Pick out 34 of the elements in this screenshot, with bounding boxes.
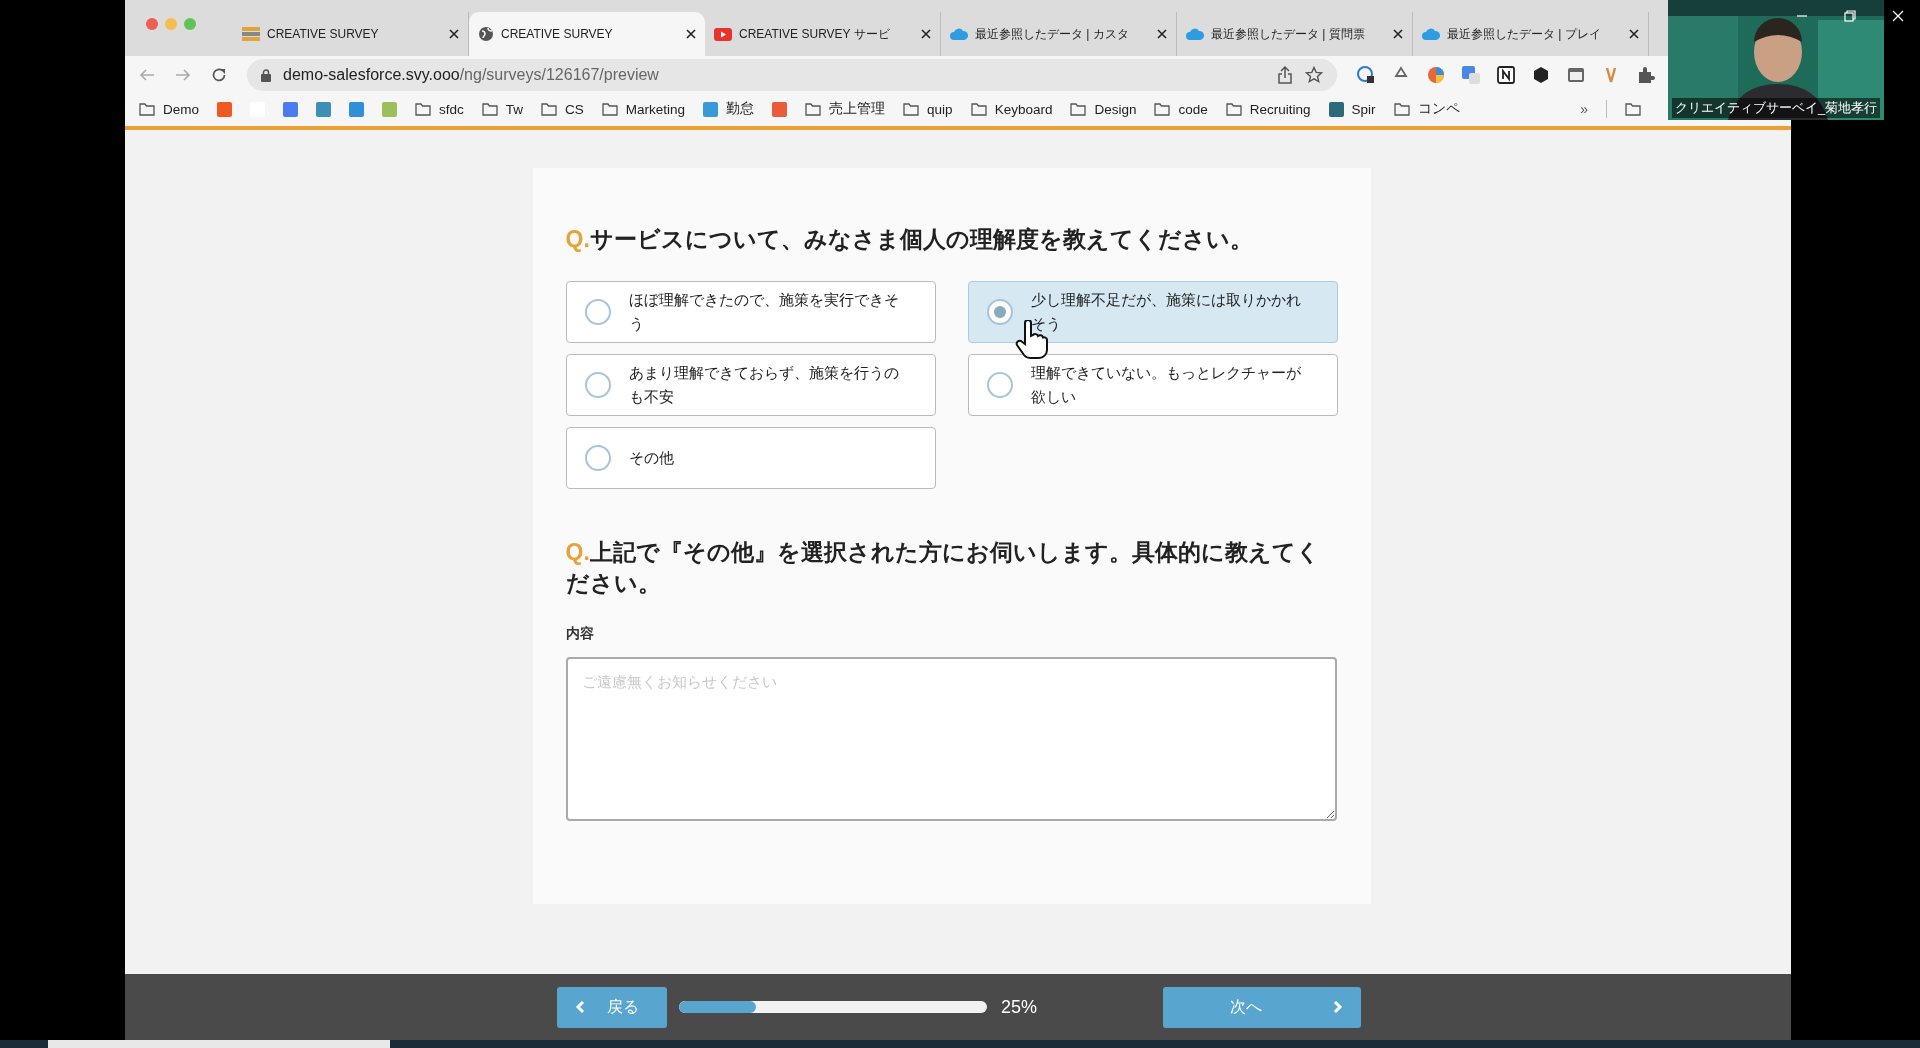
tab-title: 最近参照したデータ | カスタ	[975, 25, 1130, 43]
tab-title: 最近参照したデータ | 質問票	[1211, 25, 1366, 43]
bookmark[interactable]: quip	[903, 101, 953, 117]
bookmark[interactable]: Spir	[1328, 101, 1376, 117]
bookmark[interactable]: Tw	[481, 101, 524, 117]
bookmark[interactable]: 売上管理	[805, 100, 886, 118]
url-text: demo-salesforce.svy.ooo/ng/surveys/126167/preview	[283, 66, 659, 84]
answer-option[interactable]: 理解できていない。もっとレクチャーが欲しい	[967, 354, 1338, 416]
answer-option[interactable]: あまり理解できておらず、施策を行うのも不安	[565, 354, 936, 416]
more-bookmarks[interactable]: »	[1580, 101, 1588, 117]
progress-reading: 25%	[1001, 996, 1038, 1018]
bookmark[interactable]: code	[1154, 101, 1208, 117]
bookmark[interactable]: Demo	[139, 101, 199, 117]
tab-title: CREATIVE SURVEY	[501, 27, 614, 41]
bookmark[interactable]: sfdc	[415, 101, 464, 117]
bookmark[interactable]: CS	[541, 101, 584, 117]
bookmark[interactable]: Recruiting	[1225, 101, 1311, 117]
question-text: Q.上記で『その他』を選択された方にお伺いします。具体的に教えてください。	[565, 538, 1321, 598]
answer-option[interactable]: その他	[565, 427, 936, 489]
bookmark[interactable]: 勤怠	[703, 100, 755, 118]
question-text: Q.サービスについて、みなさま個人の理解度を教えてください。	[565, 225, 1254, 254]
answer-option[interactable]: 少し理解不足だが、施策には取りかかれそう	[967, 281, 1338, 343]
participant-name: クリエイティブサーベイ_菊地孝行	[1672, 98, 1881, 118]
bookmark[interactable]: Design	[1070, 101, 1137, 117]
tab-title: CREATIVE SURVEY サービ	[739, 25, 891, 43]
field-label: 内容	[565, 625, 595, 643]
tab-title: CREATIVE SURVEY	[267, 27, 380, 41]
address-bar[interactable]: demo-salesforce.svy.ooo/ng/surveys/126167/preview	[247, 59, 1337, 91]
bookmark[interactable]: Marketing	[601, 101, 686, 117]
answer-option[interactable]: ほぼ理解できたので、施策を実行できそう	[565, 281, 936, 343]
bookmark[interactable]: Keyboard	[970, 101, 1053, 117]
bookmark[interactable]: コンペ	[1393, 100, 1460, 118]
browser-tab[interactable]: CREATIVE SURVEY	[469, 12, 705, 56]
tab-title: 最近参照したデータ | プレイ	[1447, 25, 1602, 43]
